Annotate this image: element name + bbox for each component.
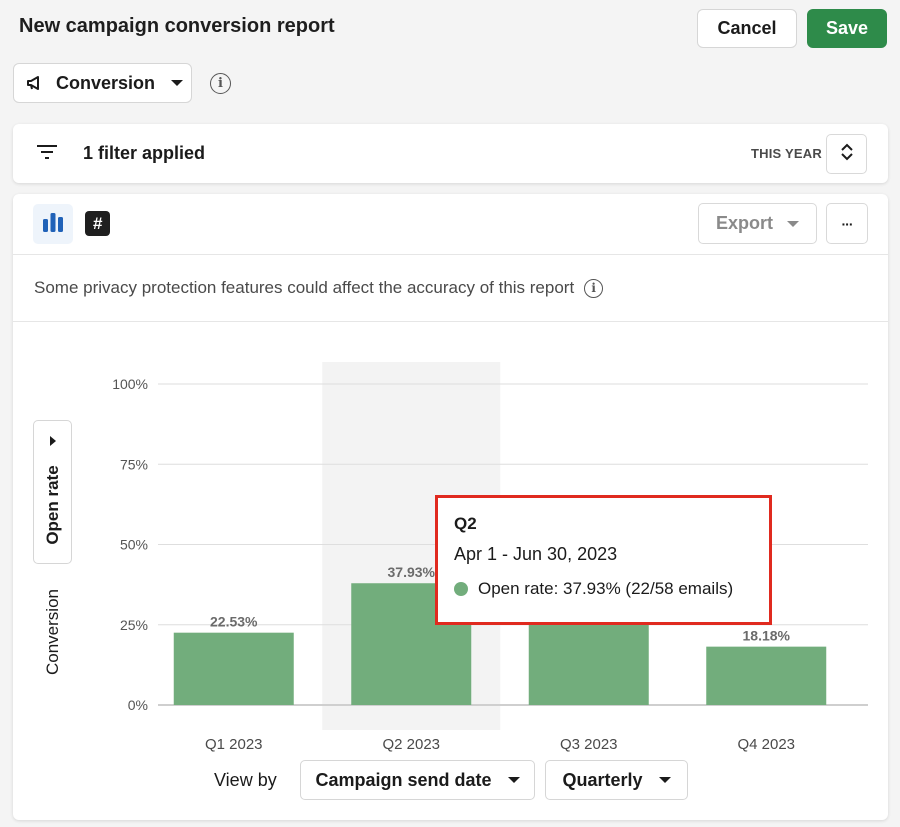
view-by-granularity-select[interactable]: Quarterly <box>545 760 688 800</box>
chart-tooltip: Q2 Apr 1 - Jun 30, 2023 Open rate: 37.93… <box>435 495 772 625</box>
y-tick-label: 75% <box>120 456 148 472</box>
x-tick-label: Q3 2023 <box>560 736 618 753</box>
chevron-down-icon <box>658 777 671 783</box>
bar-chart: 0% 25% 50% 75% 100% 22.53% Q1 2023 37.93% Q2 202… <box>112 362 868 753</box>
view-by-dimension-select[interactable]: Campaign send date <box>300 760 535 800</box>
x-tick-label: Q4 2023 <box>737 736 795 753</box>
x-tick-label: Q1 2023 <box>205 736 263 753</box>
bar <box>173 632 294 705</box>
chevron-down-icon <box>507 777 520 783</box>
bar-value-label: 37.93% <box>388 564 436 580</box>
view-by-dimension-label: Campaign send date <box>315 769 492 790</box>
y-tick-label: 25% <box>120 617 148 633</box>
tooltip-date-range: Apr 1 - Jun 30, 2023 <box>454 544 618 564</box>
series-dot-icon <box>454 582 468 596</box>
y-tick-label: 100% <box>112 376 148 392</box>
x-tick-label: Q2 2023 <box>382 736 440 753</box>
tooltip-metric: Open rate: 37.93% (22/58 emails) <box>478 579 734 598</box>
view-by-granularity-label: Quarterly <box>562 769 643 790</box>
y-tick-label: 0% <box>128 697 148 713</box>
tooltip-title: Q2 <box>454 514 477 533</box>
y-tick-label: 50% <box>120 537 148 553</box>
view-by-label: View by <box>214 770 277 790</box>
bar-value-label: 22.53% <box>210 614 258 630</box>
bar <box>706 646 827 705</box>
bar-value-label: 18.18% <box>743 628 791 644</box>
